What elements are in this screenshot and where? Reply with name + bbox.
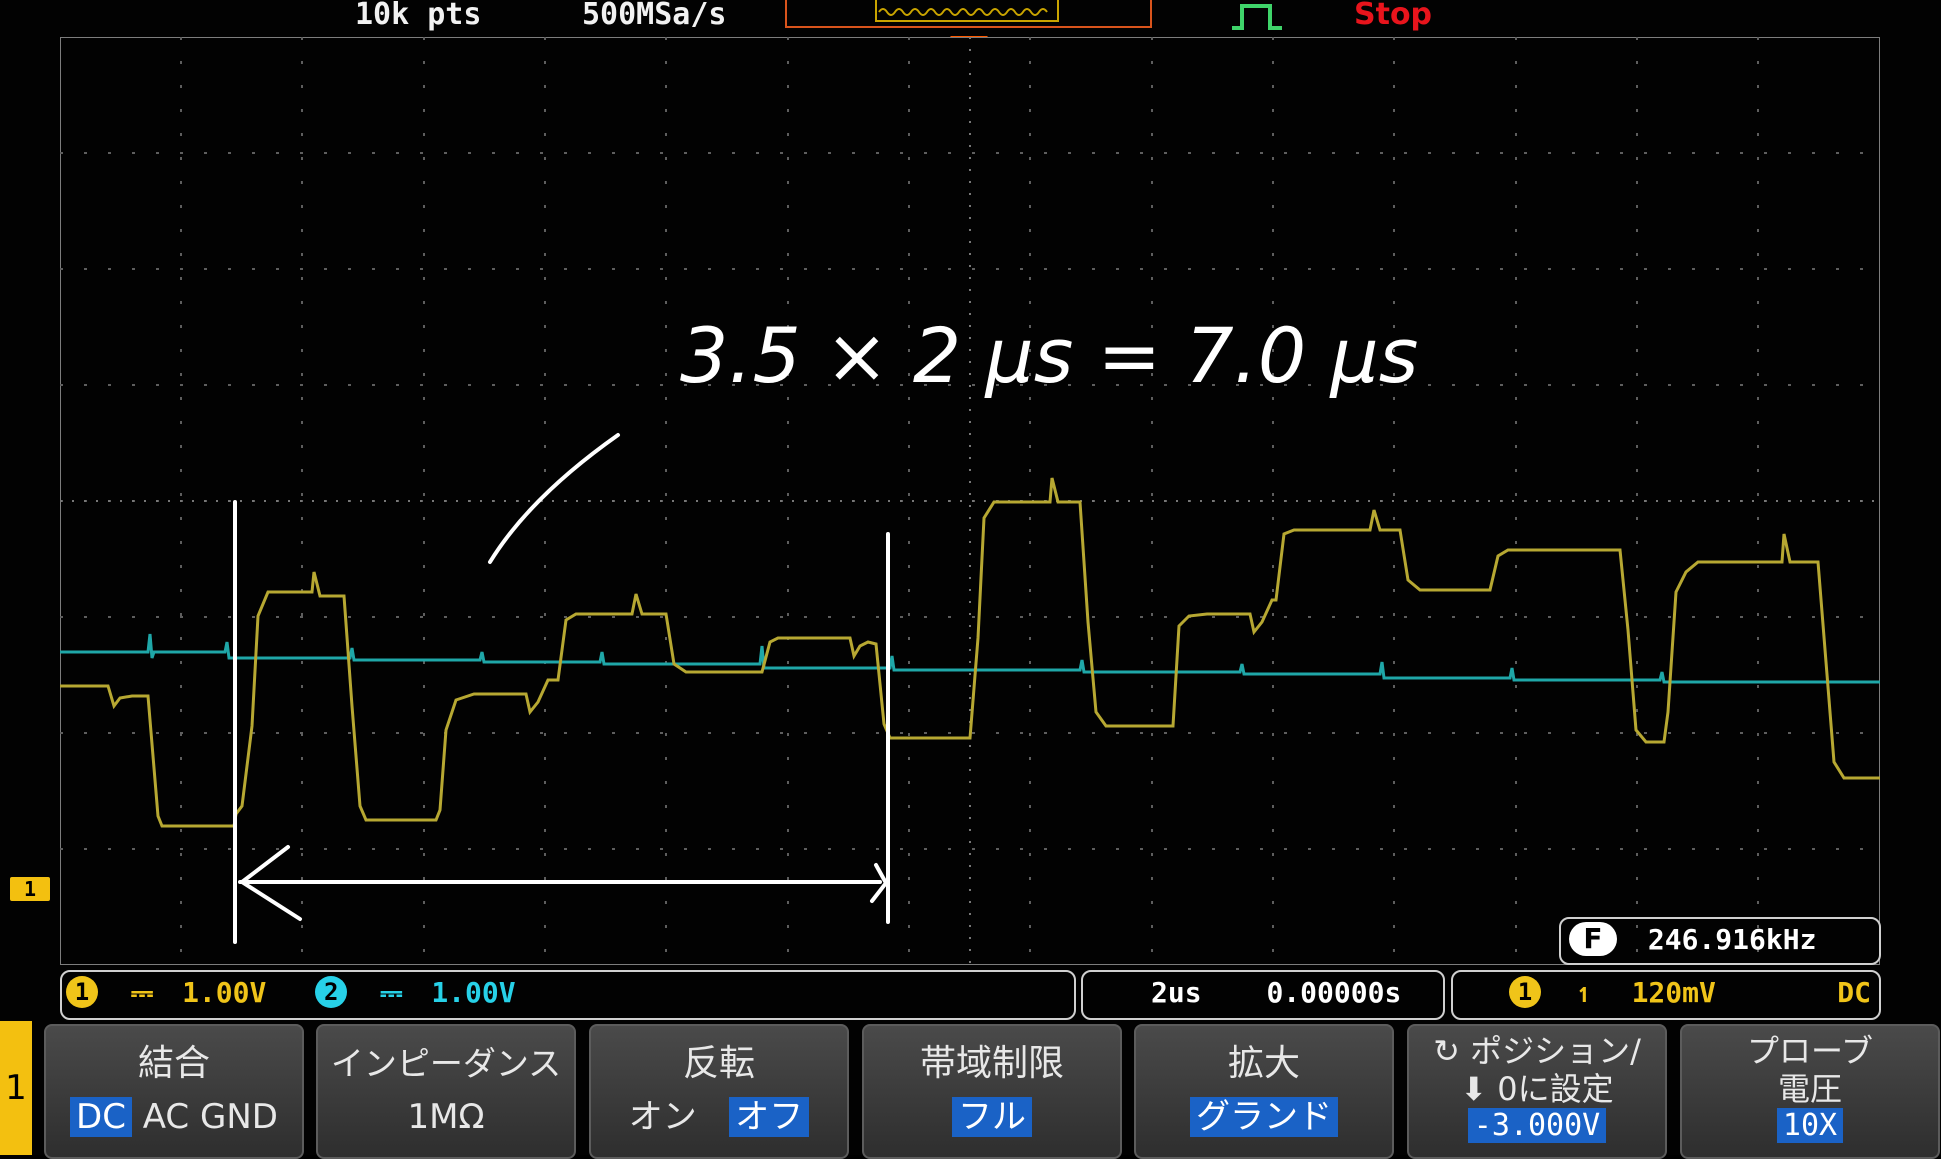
- record-length: 10k pts: [355, 0, 482, 32]
- rising-edge-icon: ↿: [1575, 976, 1593, 1009]
- expand-title: 拡大: [1227, 1043, 1300, 1084]
- impedance-value: 1MΩ: [407, 1097, 485, 1137]
- dc-coupling-icon: ⎓: [130, 976, 154, 1009]
- channel-1-scale: 1.00V: [182, 976, 267, 1009]
- trigger-edge-icon: [1232, 4, 1282, 30]
- invert-on-option[interactable]: オン: [629, 1097, 697, 1137]
- coupling-softkey[interactable]: 結合 DC AC GND: [44, 1024, 304, 1159]
- frequency-counter: F 246.916kHz: [1559, 917, 1881, 965]
- channel-2-scale: 1.00V: [431, 976, 516, 1009]
- waveform-display[interactable]: 3.5 × 2 μs = 7.0 μs: [60, 37, 1880, 965]
- position-softkey[interactable]: ↻ ポジション/ ⬇ 0に設定 -3.000V: [1407, 1024, 1667, 1159]
- position-value: -3.000V: [1467, 1108, 1607, 1143]
- bandwidth-softkey[interactable]: 帯域制限 フル: [862, 1024, 1122, 1159]
- coupling-ac-option[interactable]: AC: [143, 1097, 189, 1137]
- memory-overview: [785, 0, 1152, 28]
- memory-window: [875, 0, 1059, 22]
- channel-menu-tab[interactable]: 1: [0, 1021, 32, 1155]
- probe-title: プローブ: [1746, 1032, 1874, 1070]
- probe-attenuation: 10X: [1776, 1108, 1844, 1143]
- channel-1-badge: 1: [66, 976, 98, 1008]
- channel-2-badge: 2: [315, 976, 348, 1008]
- impedance-softkey[interactable]: インピーダンス 1MΩ: [316, 1024, 576, 1159]
- frequency-badge: F: [1569, 922, 1617, 956]
- position-title: ポジション/: [1470, 1032, 1641, 1070]
- push-knob-icon: ⬇: [1460, 1070, 1488, 1108]
- invert-off-option[interactable]: オフ: [729, 1097, 810, 1137]
- expand-softkey[interactable]: 拡大 グランド: [1134, 1024, 1394, 1159]
- probe-softkey[interactable]: プローブ 電圧 10X: [1680, 1024, 1940, 1159]
- timebase-bar: 2us 0.00000s: [1081, 970, 1445, 1020]
- trigger-source-badge: 1: [1509, 976, 1541, 1008]
- expand-value: グランド: [1190, 1097, 1338, 1137]
- frequency-value: 246.916kHz: [1647, 923, 1817, 956]
- invert-title: 反転: [682, 1043, 755, 1084]
- dc-coupling-icon: ⎓: [380, 976, 403, 1009]
- handwritten-note: 3.5 × 2 μs = 7.0 μs: [680, 311, 1418, 400]
- channel-1-ground-marker[interactable]: 1: [10, 877, 50, 901]
- overview-wave: [878, 8, 1048, 16]
- coupling-dc-option[interactable]: DC: [70, 1097, 132, 1137]
- horizontal-offset: 0.00000s: [1266, 976, 1402, 1009]
- bandwidth-value: フル: [952, 1097, 1032, 1137]
- impedance-title: インピーダンス: [330, 1044, 562, 1083]
- sample-rate: 500MSa/s: [582, 0, 727, 32]
- trigger-level: 120mV: [1631, 976, 1716, 1009]
- run-status[interactable]: Stop: [1354, 0, 1432, 34]
- rotate-knob-icon: ↻: [1433, 1032, 1460, 1070]
- trigger-coupling: DC: [1837, 976, 1871, 1009]
- channel-scale-bar: 1 ⎓ 1.00V 2 ⎓ 1.00V: [60, 970, 1076, 1020]
- probe-subtitle: 電圧: [1777, 1070, 1842, 1108]
- coupling-gnd-option[interactable]: GND: [200, 1097, 278, 1137]
- trigger-bar: 1 ↿ 120mV DC: [1451, 970, 1881, 1020]
- oscilloscope-screen: 10k pts 500MSa/s Stop 3.5 × 2 μs = 7.0 μ…: [0, 0, 1941, 1159]
- position-reset-label: 0に設定: [1497, 1070, 1614, 1108]
- invert-softkey[interactable]: 反転 オン オフ: [589, 1024, 849, 1159]
- bandwidth-title: 帯域制限: [919, 1043, 1064, 1084]
- coupling-title: 結合: [137, 1043, 210, 1084]
- time-per-division: 2us: [1151, 976, 1202, 1009]
